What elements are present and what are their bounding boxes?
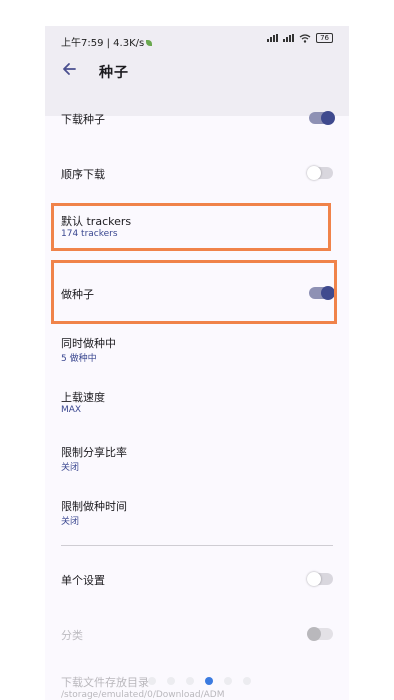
status-indicators: 76 (267, 33, 333, 43)
setting-label: 限制做种时间 (61, 500, 127, 513)
page-title: 种子 (99, 65, 129, 81)
page-indicator (148, 677, 251, 685)
highlight-box-trackers (51, 203, 331, 251)
setting-individual[interactable]: 单个设置 (45, 567, 349, 597)
setting-value: 关闭 (61, 463, 80, 473)
individual-settings-toggle[interactable] (307, 572, 333, 586)
setting-seed-time-limit[interactable]: 限制做种时间 关闭 (45, 494, 349, 534)
page-dot[interactable] (148, 677, 156, 685)
page-dot[interactable] (167, 677, 175, 685)
setting-label: 单个设置 (61, 574, 105, 587)
highlight-box-seeding (51, 260, 337, 324)
page-dot[interactable] (243, 677, 251, 685)
setting-value: 5 做种中 (61, 354, 97, 364)
setting-label: 上载速度 (61, 391, 105, 404)
setting-download-directory[interactable]: 下载文件存放目录 /storage/emulated/0/Download/AD… (45, 670, 349, 700)
setting-label: 顺序下载 (61, 168, 105, 181)
signal-icon-2 (283, 34, 295, 42)
signal-icon (267, 34, 279, 42)
phone-screen: 上午7:59 | 4.3K/s 76 种子 下载种子 顺序下载 默认 track… (45, 26, 349, 700)
sequential-download-toggle[interactable] (307, 166, 333, 180)
setting-label: 同时做种中 (61, 337, 116, 350)
wifi-icon (299, 33, 311, 43)
setting-label: 限制分享比率 (61, 446, 127, 459)
page-dot-active[interactable] (205, 677, 213, 685)
section-divider (61, 545, 333, 546)
setting-category: 分类 (45, 622, 349, 652)
status-bar: 上午7:59 | 4.3K/s 76 (45, 26, 349, 52)
status-time-speed: 上午7:59 | 4.3K/s (61, 34, 153, 49)
setting-concurrent-seeding[interactable]: 同时做种中 5 做种中 (45, 331, 349, 371)
category-toggle (307, 627, 333, 641)
page-dot[interactable] (186, 677, 194, 685)
setting-download-torrent[interactable]: 下载种子 (45, 106, 349, 156)
setting-value: MAX (61, 405, 82, 415)
setting-value: /storage/emulated/0/Download/ADM (61, 690, 225, 700)
back-arrow-icon[interactable] (59, 59, 79, 79)
download-torrent-toggle[interactable] (309, 111, 335, 125)
battery-icon: 76 (316, 33, 333, 43)
setting-label: 分类 (61, 629, 83, 642)
setting-label: 下载种子 (61, 113, 105, 126)
setting-share-ratio-limit[interactable]: 限制分享比率 关闭 (45, 440, 349, 480)
setting-value: 关闭 (61, 517, 80, 527)
setting-upload-speed[interactable]: 上载速度 MAX (45, 385, 349, 425)
leaf-icon (146, 40, 153, 46)
page-dot[interactable] (224, 677, 232, 685)
setting-label: 下载文件存放目录 (61, 676, 149, 689)
